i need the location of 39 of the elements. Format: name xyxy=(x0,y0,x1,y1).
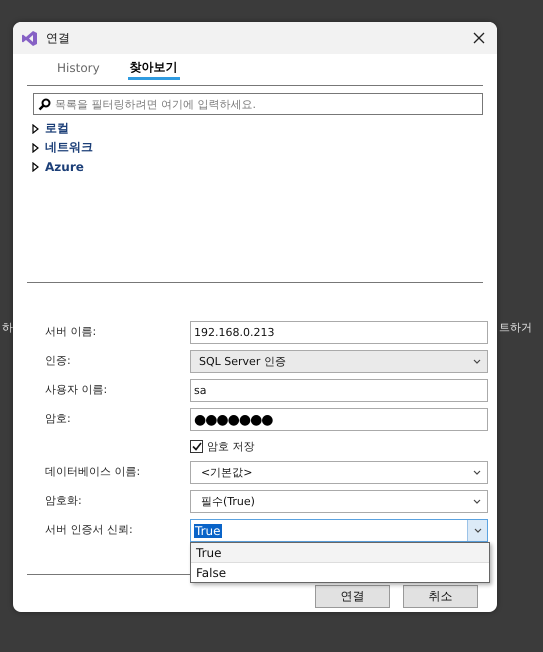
field-label: 서버 이름: xyxy=(45,324,98,340)
collapsed-arrow-icon[interactable] xyxy=(32,142,39,152)
tab[interactable]: 찾아보기 xyxy=(128,58,180,80)
dropdown-field[interactable]: SQL Server 인증 xyxy=(190,350,488,373)
tree-item[interactable]: 네트워크 xyxy=(45,139,93,156)
chevron-down-icon xyxy=(473,499,481,504)
dropdown-option[interactable]: True xyxy=(191,543,489,563)
logo-icon xyxy=(21,30,38,46)
background-text: 트하거 xyxy=(498,320,532,336)
password-field[interactable]: ●●●●●●● xyxy=(190,408,488,431)
chevron-down-icon xyxy=(474,528,482,533)
tree-item[interactable]: 로컬 xyxy=(45,120,69,137)
field-label: 서버 인증서 신뢰: xyxy=(45,522,134,538)
text-field[interactable]: 192.168.0.213 xyxy=(190,321,488,344)
field-label: 암호화: xyxy=(45,493,83,509)
background-text: 하 xyxy=(2,320,13,336)
field-label: 암호: xyxy=(45,411,72,427)
checkbox-label: 암호 저장 xyxy=(207,438,254,454)
search-icon xyxy=(38,98,51,110)
cancel-button[interactable]: 취소 xyxy=(403,585,478,608)
connect-button[interactable]: 연결 xyxy=(315,585,390,608)
collapsed-arrow-icon[interactable] xyxy=(32,162,39,172)
combo-field-text[interactable]: True xyxy=(194,524,222,538)
field-label: 사용자 이름: xyxy=(45,382,108,398)
window-title: 연결 xyxy=(46,30,71,46)
tree-item[interactable]: Azure xyxy=(45,160,84,174)
close-button[interactable] xyxy=(471,30,487,46)
save-password-checkbox[interactable] xyxy=(190,440,203,452)
field-label: 데이터베이스 이름: xyxy=(45,464,142,480)
search-field[interactable]: 목록을 필터링하려면 여기에 입력하세요. xyxy=(33,93,483,115)
dropdown-field[interactable]: <기본값> xyxy=(190,461,488,484)
chevron-down-icon xyxy=(473,470,481,475)
field-label: 인증: xyxy=(45,353,72,369)
text-field[interactable]: sa xyxy=(190,379,488,402)
dropdown-option[interactable]: False xyxy=(191,563,489,582)
collapsed-arrow-icon[interactable] xyxy=(32,124,39,134)
dropdown-field[interactable]: 필수(True) xyxy=(190,490,488,513)
chevron-down-icon xyxy=(473,359,481,364)
tab[interactable]: History xyxy=(55,58,102,80)
